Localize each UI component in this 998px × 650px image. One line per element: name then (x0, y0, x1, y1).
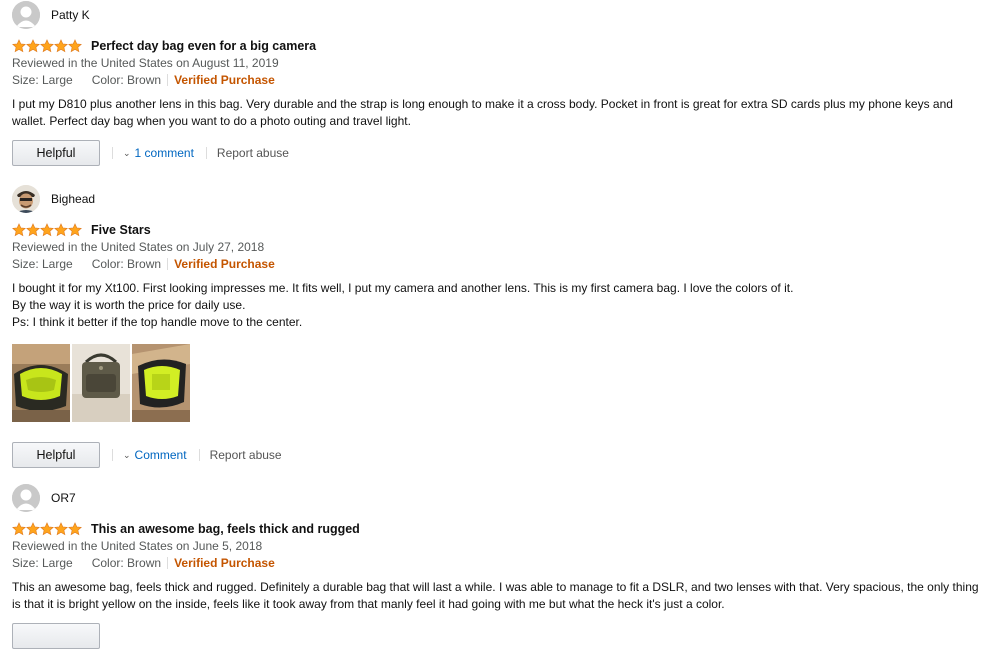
star-icon (12, 222, 26, 236)
chevron-down-icon: ⌄ (123, 449, 131, 460)
review-body-line: By the way it is worth the price for dai… (12, 298, 246, 312)
divider (198, 449, 200, 461)
star-icon (68, 38, 82, 52)
bag-photo-icon (132, 344, 190, 422)
reviewer-profile[interactable]: Patty K (12, 1, 982, 29)
comment-label: 1 comment (134, 146, 194, 160)
star-icon (40, 521, 54, 535)
verified-badge: Verified Purchase (174, 556, 275, 570)
size-label: Size: Large (12, 257, 73, 271)
color-label: Color: Brown (91, 73, 162, 87)
divider (167, 258, 169, 270)
star-icon (26, 521, 40, 535)
format-strip[interactable]: Size: Large Color: Brown Verified Purcha… (12, 257, 982, 271)
star-icon (12, 521, 26, 535)
default-avatar-icon (12, 484, 40, 512)
reviewer-name[interactable]: OR7 (51, 491, 76, 505)
size-label: Size: Large (12, 556, 73, 570)
review-1: Patty K Perfect day bag even for a big c… (12, 1, 982, 167)
comment-label: Comment (134, 448, 187, 462)
review-body: I put my D810 plus another lens in this … (12, 97, 953, 128)
star-icon (40, 222, 54, 236)
divider (167, 74, 169, 86)
review-title[interactable]: This an awesome bag, feels thick and rug… (91, 522, 360, 536)
review-body: I bought it for my Xt100. First looking … (12, 280, 982, 331)
review-3: OR7 This an awesome bag, feels thick and… (12, 484, 982, 650)
review-2: Bighead Five Stars Reviewed in the Unite… (12, 185, 982, 469)
star-icon (68, 521, 82, 535)
helpful-button[interactable]: Helpful (12, 140, 100, 166)
format-strip[interactable]: Size: Large Color: Brown Verified Purcha… (12, 73, 982, 87)
star-icon (40, 38, 54, 52)
star-icon (26, 38, 40, 52)
avatar[interactable] (12, 484, 40, 512)
review-title[interactable]: Five Stars (91, 223, 151, 237)
format-strip[interactable]: Size: Large Color: Brown Verified Purcha… (12, 556, 982, 570)
reviewer-profile[interactable]: OR7 (12, 484, 982, 512)
divider (167, 557, 169, 569)
review-date: Reviewed in the United States on July 27… (12, 240, 265, 254)
star-icon (54, 521, 68, 535)
helpful-button[interactable] (12, 623, 100, 649)
review-body-line: Ps: I think it better if the top handle … (12, 315, 303, 329)
bag-photo-icon (72, 344, 130, 422)
review-body-line: I bought it for my Xt100. First looking … (12, 281, 794, 295)
default-avatar-icon (12, 1, 40, 29)
report-abuse-link[interactable]: Report abuse (210, 448, 282, 462)
comment-link[interactable]: ⌄ 1 comment (123, 146, 194, 160)
review-images (12, 344, 982, 422)
review-title[interactable]: Perfect day bag even for a big camera (91, 39, 316, 53)
color-label: Color: Brown (91, 257, 162, 271)
star-rating[interactable] (12, 222, 82, 237)
color-label: Color: Brown (91, 556, 162, 570)
report-abuse-link[interactable]: Report abuse (217, 146, 289, 160)
star-icon (68, 222, 82, 236)
divider (205, 147, 207, 159)
helpful-button[interactable]: Helpful (12, 442, 100, 468)
reviewer-profile[interactable]: Bighead (12, 185, 982, 213)
star-icon (54, 222, 68, 236)
profile-photo-icon (12, 185, 40, 213)
reviewer-name[interactable]: Patty K (51, 8, 90, 22)
review-image-thumbnail[interactable] (72, 344, 130, 422)
star-rating[interactable] (12, 521, 82, 536)
review-image-thumbnail[interactable] (132, 344, 190, 422)
avatar[interactable] (12, 1, 40, 29)
star-rating[interactable] (12, 38, 82, 53)
comment-link[interactable]: ⌄ Comment (123, 448, 187, 462)
bag-photo-icon (12, 344, 70, 422)
verified-badge: Verified Purchase (174, 73, 275, 87)
review-date: Reviewed in the United States on August … (12, 56, 279, 70)
chevron-down-icon: ⌄ (123, 147, 131, 158)
review-body: This an awesome bag, feels thick and rug… (12, 580, 979, 611)
star-icon (26, 222, 40, 236)
review-image-thumbnail[interactable] (12, 344, 70, 422)
verified-badge: Verified Purchase (174, 257, 275, 271)
avatar[interactable] (12, 185, 40, 213)
star-icon (12, 38, 26, 52)
divider (112, 147, 113, 159)
divider (112, 449, 113, 461)
star-icon (54, 38, 68, 52)
reviewer-name[interactable]: Bighead (51, 192, 95, 206)
size-label: Size: Large (12, 73, 73, 87)
review-date: Reviewed in the United States on June 5,… (12, 539, 263, 553)
